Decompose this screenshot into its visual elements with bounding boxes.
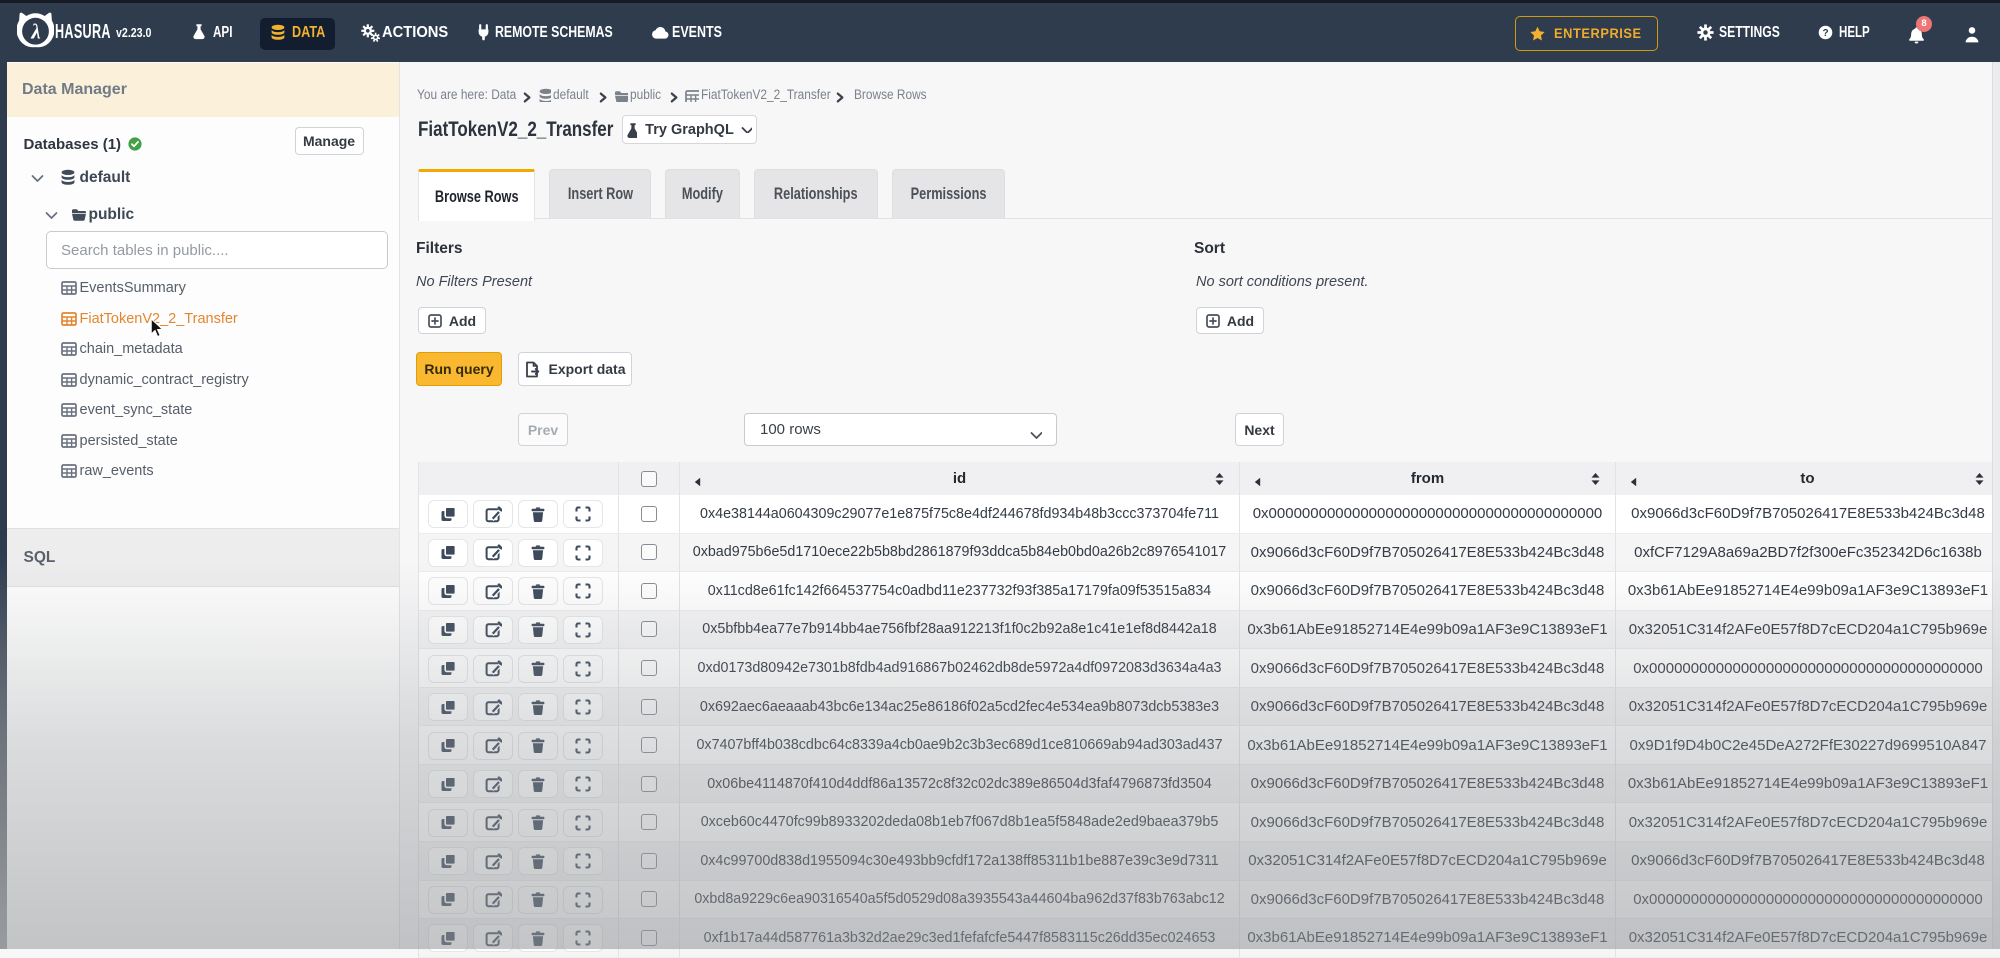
- svg-text:λ: λ: [30, 20, 40, 44]
- svg-text:?: ?: [1822, 28, 1828, 39]
